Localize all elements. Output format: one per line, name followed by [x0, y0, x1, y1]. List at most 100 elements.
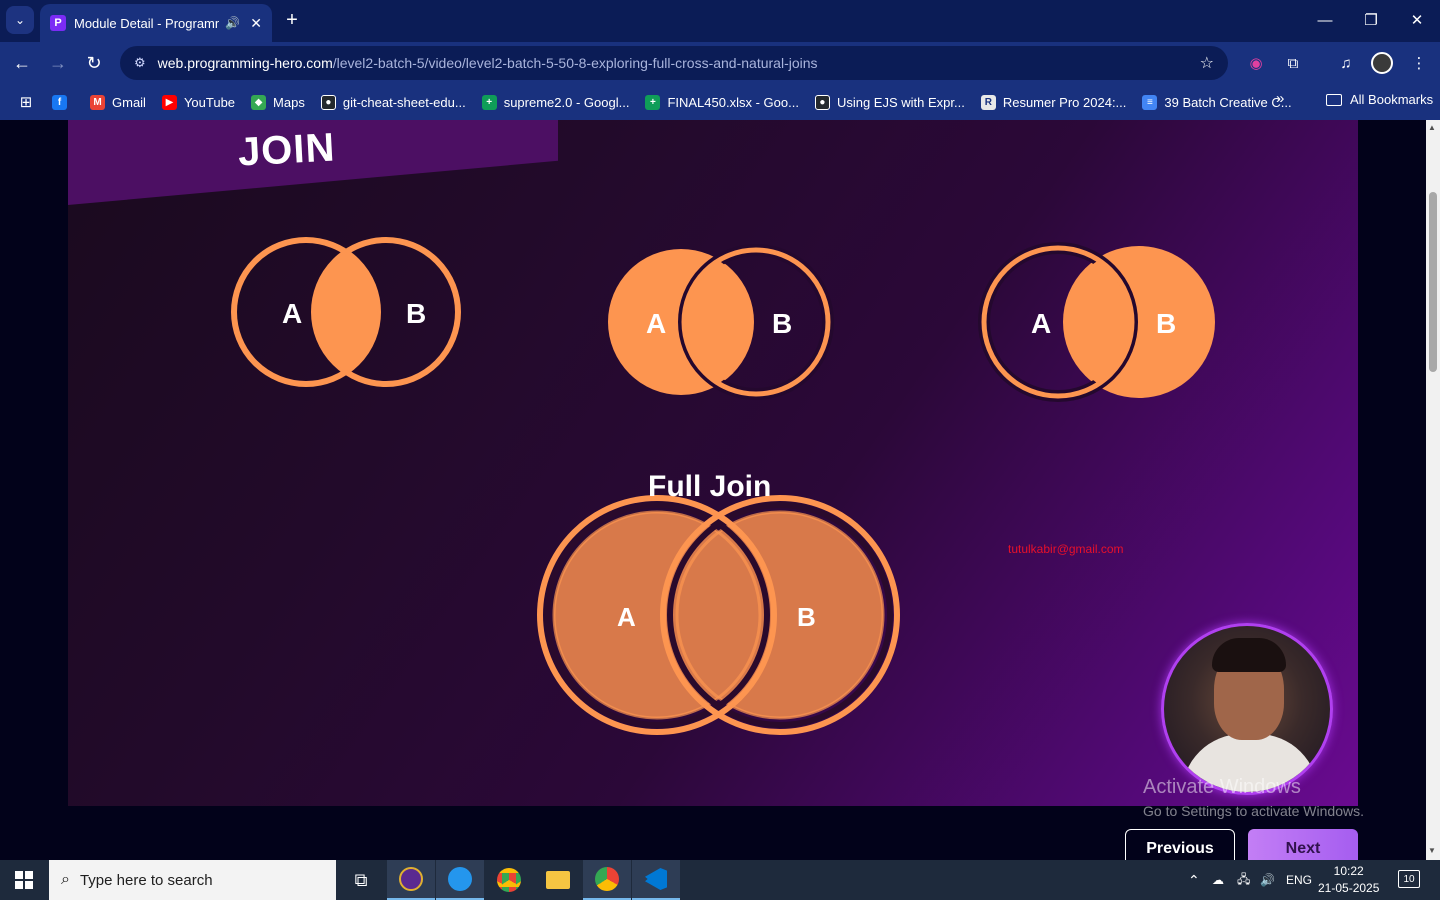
activate-windows-subtitle: Go to Settings to activate Windows.: [1143, 803, 1364, 819]
github-icon: ●: [320, 94, 336, 110]
chrome-icon: [497, 868, 521, 892]
bookmark-label: supreme2.0 - Googl...: [503, 94, 630, 110]
bookmark-resumer[interactable]: R Resumer Pro 2024:...: [980, 94, 1127, 110]
menu-kebab-icon[interactable]: ⋮: [1406, 51, 1432, 75]
reload-icon[interactable]: ↻: [80, 49, 108, 77]
browser-toolbar: ← → ↻ ⚙ web.programming-hero.com /level2…: [0, 42, 1440, 84]
bookmark-label: Gmail: [112, 94, 146, 110]
windows-start-icon[interactable]: [0, 860, 48, 900]
next-button[interactable]: Next: [1248, 829, 1358, 860]
close-window-icon[interactable]: ✕: [1394, 0, 1440, 40]
site-info-icon[interactable]: ⚙: [134, 55, 146, 71]
onedrive-icon[interactable]: ☁: [1212, 860, 1224, 900]
venn-label-a: A: [646, 308, 666, 339]
search-placeholder: Type here to search: [79, 871, 213, 889]
bookmark-facebook[interactable]: f: [52, 94, 74, 110]
sheets-icon: +: [645, 94, 661, 110]
bookmark-label: Using EJS with Expr...: [836, 94, 965, 110]
bookmark-maps[interactable]: ◆ Maps: [251, 94, 305, 110]
venn-label-b: B: [1156, 308, 1176, 339]
scroll-down-icon[interactable]: ▼: [1428, 846, 1436, 855]
bookmark-label: Resumer Pro 2024:...: [1002, 94, 1127, 110]
windows-taskbar: ⌕ Type here to search ⧉ ⌃ ☁ 🖧 🔊 ENG 10:2…: [0, 860, 1440, 900]
minimize-icon[interactable]: —: [1302, 0, 1348, 40]
taskbar-app-file-explorer[interactable]: [534, 860, 582, 900]
youtube-icon: ▶: [161, 94, 177, 110]
bookmark-gmail[interactable]: M Gmail: [90, 94, 146, 110]
taskbar-app-chrome[interactable]: [485, 860, 533, 900]
bookmark-batch-creative[interactable]: ≡ 39 Batch Creative C...: [1142, 94, 1292, 110]
sheets-icon: +: [481, 94, 497, 110]
back-arrow-icon[interactable]: ←: [8, 49, 36, 77]
bookmark-label: git-cheat-sheet-edu...: [342, 94, 466, 110]
taskbar-app-docker[interactable]: [436, 860, 484, 900]
show-hidden-icons-chevron-icon[interactable]: ⌃: [1188, 860, 1200, 900]
previous-button[interactable]: Previous: [1125, 829, 1235, 860]
system-clock[interactable]: 10:22 21-05-2025: [1318, 863, 1379, 897]
instructor-webcam: [1161, 623, 1333, 795]
bookmark-youtube[interactable]: ▶ YouTube: [161, 94, 235, 110]
bookmark-label: FINAL450.xlsx - Goo...: [667, 94, 799, 110]
apps-grid-icon[interactable]: ⊞: [14, 90, 38, 114]
address-bar[interactable]: ⚙ web.programming-hero.com /level2-batch…: [120, 46, 1228, 80]
bookmark-final450[interactable]: + FINAL450.xlsx - Goo...: [645, 94, 799, 110]
network-icon[interactable]: 🖧: [1237, 860, 1250, 900]
bookmark-ejs[interactable]: ● Using EJS with Expr...: [814, 94, 965, 110]
scroll-up-icon[interactable]: ▲: [1428, 123, 1436, 132]
docker-icon: [448, 867, 472, 891]
task-view-icon[interactable]: ⧉: [337, 860, 385, 900]
clock-date: 21-05-2025: [1318, 881, 1380, 895]
taskbar-search-input[interactable]: ⌕ Type here to search: [49, 860, 336, 900]
watermark-email: tutulkabir@gmail.com: [1008, 542, 1124, 556]
tab-strip: ⌄ P Module Detail - Programmi 🔊 ✕ + — ❐ …: [0, 0, 1440, 42]
scrollbar-thumb[interactable]: [1429, 192, 1437, 372]
page-scrollbar[interactable]: ▲ ▼: [1426, 120, 1440, 860]
bookmark-star-icon[interactable]: ☆: [1200, 53, 1214, 73]
left-join-diagram: A B: [608, 244, 834, 400]
bookmark-git-cheat-sheet[interactable]: ● git-cheat-sheet-edu...: [320, 94, 466, 110]
gmail-icon: M: [90, 94, 105, 110]
right-join-diagram: A B: [978, 242, 1215, 402]
bookmark-label: 39 Batch Creative C...: [1164, 94, 1292, 110]
activate-windows-watermark: Activate Windows Go to Settings to activ…: [1143, 776, 1364, 819]
extension-icon[interactable]: ◉: [1243, 51, 1269, 75]
chrome-icon: [595, 867, 619, 891]
new-tab-plus-icon[interactable]: +: [280, 8, 304, 32]
url-host: web.programming-hero.com: [157, 55, 333, 71]
resumer-icon: R: [980, 94, 996, 110]
docs-icon: ≡: [1142, 94, 1158, 110]
taskbar-app-chrome-profile[interactable]: [583, 860, 631, 900]
all-bookmarks-label: All Bookmarks: [1350, 92, 1434, 107]
programming-hero-app-icon: [399, 867, 423, 891]
vscode-icon: [645, 868, 667, 890]
maps-icon: ◆: [251, 94, 267, 110]
venn-label-b: B: [772, 308, 792, 339]
active-tab[interactable]: P Module Detail - Programmi 🔊 ✕: [40, 4, 272, 42]
venn-label-a: A: [282, 298, 302, 329]
extensions-puzzle-icon[interactable]: ⧉: [1280, 51, 1306, 75]
media-control-icon[interactable]: ♫: [1333, 51, 1359, 75]
tab-search-chevron-down-icon[interactable]: ⌄: [6, 6, 34, 34]
taskbar-app-vscode[interactable]: [632, 860, 680, 900]
full-join-title: Full Join: [648, 470, 772, 503]
more-bookmarks-chevron-icon[interactable]: »: [1276, 90, 1284, 107]
profile-avatar[interactable]: [1371, 52, 1393, 74]
video-player[interactable]: JOIN A B A B A B A B Full Join tutulkabi…: [68, 120, 1358, 806]
language-indicator[interactable]: ENG: [1286, 860, 1312, 900]
venn-label-b: B: [797, 602, 816, 632]
forward-arrow-icon[interactable]: →: [44, 49, 72, 77]
restore-icon[interactable]: ❐: [1348, 0, 1394, 40]
facebook-icon: f: [52, 94, 67, 110]
close-tab-icon[interactable]: ✕: [250, 15, 262, 32]
notification-center-icon[interactable]: 10: [1398, 870, 1420, 888]
venn-label-a: A: [617, 602, 636, 632]
all-bookmarks-button[interactable]: All Bookmarks: [1326, 92, 1433, 107]
audio-playing-icon[interactable]: 🔊: [225, 16, 240, 30]
volume-icon[interactable]: 🔊: [1260, 860, 1275, 900]
taskbar-app-programming-hero[interactable]: [387, 860, 435, 900]
folder-icon: [1326, 93, 1342, 106]
clock-time: 10:22: [1333, 864, 1364, 878]
bookmark-label: Maps: [273, 94, 305, 110]
search-icon: ⌕: [61, 871, 70, 888]
bookmark-supreme[interactable]: + supreme2.0 - Googl...: [481, 94, 630, 110]
